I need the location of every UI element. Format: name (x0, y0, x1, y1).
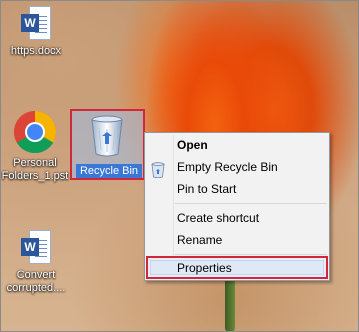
recycle-bin-small-icon (151, 162, 165, 178)
menu-separator (175, 203, 327, 204)
menu-item-pin-to-start[interactable]: Pin to Start (177, 179, 236, 199)
desktop-icon-label: https.docx (10, 45, 62, 57)
recycle-bin-label: Recycle Bin (76, 164, 142, 178)
menu-item-open[interactable]: Open (177, 135, 208, 155)
menu-item-empty-recycle-bin[interactable]: Empty Recycle Bin (177, 157, 278, 177)
context-menu: Open Empty Recycle Bin Pin to Start Crea… (144, 132, 330, 281)
menu-item-properties-highlight[interactable] (146, 256, 328, 279)
recycle-bin-icon (91, 115, 123, 157)
desktop-icon-personal-folders[interactable]: Personal Folders_1.pst (0, 110, 76, 183)
word-document-icon: W (21, 6, 51, 42)
desktop-icon-label-line2: Folders_1.pst (1, 170, 69, 182)
desktop-icon-convert-corrupted[interactable]: W Convert corrupted.... (0, 230, 74, 295)
menu-separator (175, 254, 327, 255)
chrome-icon (13, 110, 57, 154)
menu-item-properties[interactable]: Properties (177, 258, 232, 278)
desktop-icon-label-line1: Convert (16, 269, 56, 281)
menu-item-rename[interactable]: Rename (177, 230, 222, 250)
desktop-icon-label-line1: Personal (13, 157, 57, 169)
desktop-icon-https-docx[interactable]: W https.docx (0, 6, 74, 58)
desktop-icon-label-line2: corrupted.... (6, 282, 66, 294)
word-document-icon: W (21, 230, 51, 266)
menu-item-create-shortcut[interactable]: Create shortcut (177, 208, 259, 228)
